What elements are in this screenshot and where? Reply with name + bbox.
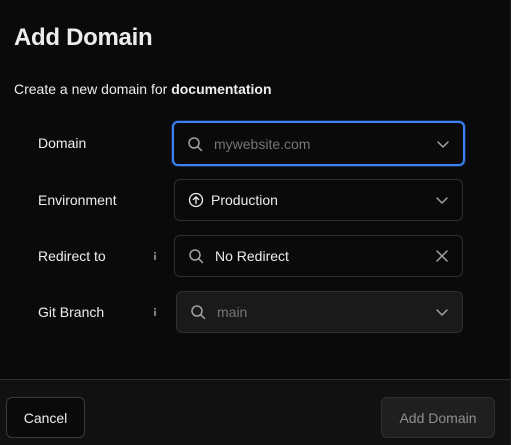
domain-input[interactable] (214, 135, 414, 152)
redirect-row: Redirect to No Redirect (0, 235, 511, 277)
search-icon (187, 247, 205, 265)
environment-row: Environment Production (0, 179, 511, 221)
add-domain-button[interactable]: Add Domain (381, 397, 495, 438)
git-branch-row: Git Branch (0, 291, 511, 333)
domain-combobox[interactable] (172, 121, 465, 166)
search-icon (189, 303, 207, 321)
environment-select[interactable]: Production (174, 179, 463, 221)
close-icon[interactable] (434, 248, 450, 264)
chevron-down-icon[interactable] (434, 192, 450, 208)
domain-label: Domain (38, 135, 87, 151)
redirect-label: Redirect to (38, 248, 106, 264)
dialog-footer: Cancel Add Domain (0, 379, 510, 445)
cancel-button[interactable]: Cancel (6, 397, 85, 438)
domain-row: Domain (0, 121, 511, 166)
redirect-combobox[interactable]: No Redirect (174, 235, 463, 277)
project-name: documentation (171, 81, 272, 97)
subtitle-text: Create a new domain for (14, 81, 172, 97)
arrow-up-circle-icon (187, 191, 205, 209)
git-branch-combobox[interactable] (176, 291, 463, 333)
info-icon[interactable] (150, 251, 160, 261)
info-icon[interactable] (150, 307, 160, 317)
git-branch-input[interactable] (217, 304, 407, 320)
dialog-subtitle: Create a new domain for documentation (14, 81, 272, 97)
search-icon (186, 135, 204, 153)
environment-label: Environment (38, 192, 117, 208)
chevron-down-icon[interactable] (435, 136, 451, 152)
dialog-title: Add Domain (14, 24, 153, 51)
add-domain-dialog: Add Domain Create a new domain for docum… (0, 0, 511, 445)
chevron-down-icon[interactable] (434, 304, 450, 320)
environment-value: Production (211, 192, 278, 208)
redirect-value: No Redirect (215, 248, 289, 264)
git-branch-label: Git Branch (38, 304, 105, 320)
